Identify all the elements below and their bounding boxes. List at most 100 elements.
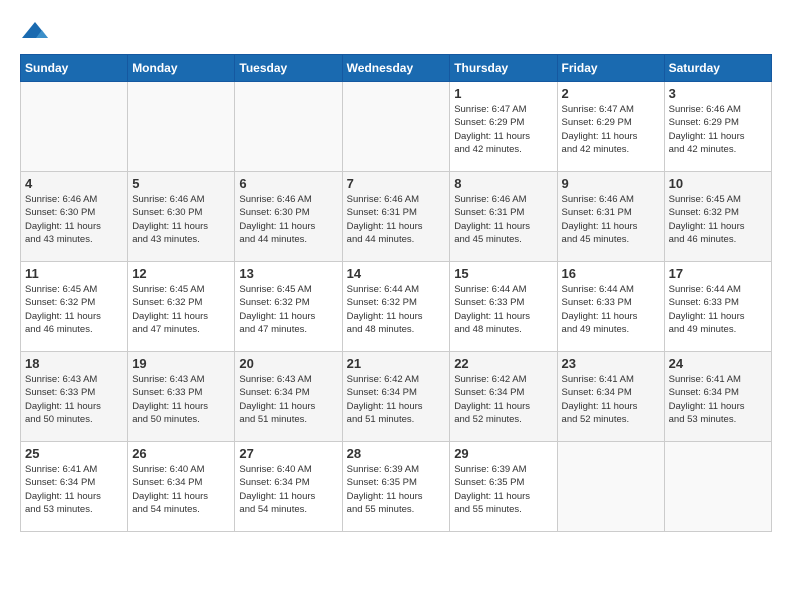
calendar-cell: 28 Sunrise: 6:39 AM Sunset: 6:35 PM Dayli…	[342, 442, 450, 532]
day-number: 29	[454, 446, 552, 461]
weekday-header-saturday: Saturday	[664, 55, 771, 82]
calendar-cell: 6 Sunrise: 6:46 AM Sunset: 6:30 PM Daylig…	[235, 172, 342, 262]
day-info: Sunrise: 6:47 AM Sunset: 6:29 PM Dayligh…	[454, 103, 552, 156]
day-info: Sunrise: 6:42 AM Sunset: 6:34 PM Dayligh…	[347, 373, 446, 426]
day-number: 6	[239, 176, 337, 191]
calendar-cell: 21 Sunrise: 6:42 AM Sunset: 6:34 PM Dayli…	[342, 352, 450, 442]
calendar-cell: 14 Sunrise: 6:44 AM Sunset: 6:32 PM Dayli…	[342, 262, 450, 352]
weekday-header-thursday: Thursday	[450, 55, 557, 82]
day-number: 27	[239, 446, 337, 461]
calendar-cell	[235, 82, 342, 172]
calendar-cell: 11 Sunrise: 6:45 AM Sunset: 6:32 PM Dayli…	[21, 262, 128, 352]
calendar-cell	[342, 82, 450, 172]
day-info: Sunrise: 6:43 AM Sunset: 6:33 PM Dayligh…	[25, 373, 123, 426]
calendar-cell: 16 Sunrise: 6:44 AM Sunset: 6:33 PM Dayli…	[557, 262, 664, 352]
calendar-cell: 3 Sunrise: 6:46 AM Sunset: 6:29 PM Daylig…	[664, 82, 771, 172]
day-info: Sunrise: 6:43 AM Sunset: 6:33 PM Dayligh…	[132, 373, 230, 426]
day-info: Sunrise: 6:42 AM Sunset: 6:34 PM Dayligh…	[454, 373, 552, 426]
day-info: Sunrise: 6:41 AM Sunset: 6:34 PM Dayligh…	[562, 373, 660, 426]
calendar-cell: 15 Sunrise: 6:44 AM Sunset: 6:33 PM Dayli…	[450, 262, 557, 352]
weekday-header-wednesday: Wednesday	[342, 55, 450, 82]
calendar-cell: 9 Sunrise: 6:46 AM Sunset: 6:31 PM Daylig…	[557, 172, 664, 262]
day-info: Sunrise: 6:39 AM Sunset: 6:35 PM Dayligh…	[347, 463, 446, 516]
day-info: Sunrise: 6:45 AM Sunset: 6:32 PM Dayligh…	[239, 283, 337, 336]
day-info: Sunrise: 6:46 AM Sunset: 6:31 PM Dayligh…	[347, 193, 446, 246]
day-number: 11	[25, 266, 123, 281]
day-number: 4	[25, 176, 123, 191]
day-number: 24	[669, 356, 767, 371]
weekday-header-sunday: Sunday	[21, 55, 128, 82]
day-info: Sunrise: 6:47 AM Sunset: 6:29 PM Dayligh…	[562, 103, 660, 156]
day-info: Sunrise: 6:46 AM Sunset: 6:30 PM Dayligh…	[132, 193, 230, 246]
day-number: 3	[669, 86, 767, 101]
day-number: 16	[562, 266, 660, 281]
day-info: Sunrise: 6:44 AM Sunset: 6:33 PM Dayligh…	[454, 283, 552, 336]
calendar-cell: 13 Sunrise: 6:45 AM Sunset: 6:32 PM Dayli…	[235, 262, 342, 352]
day-number: 13	[239, 266, 337, 281]
day-info: Sunrise: 6:45 AM Sunset: 6:32 PM Dayligh…	[132, 283, 230, 336]
day-number: 1	[454, 86, 552, 101]
day-number: 12	[132, 266, 230, 281]
calendar-cell: 12 Sunrise: 6:45 AM Sunset: 6:32 PM Dayli…	[128, 262, 235, 352]
day-number: 22	[454, 356, 552, 371]
calendar-cell: 2 Sunrise: 6:47 AM Sunset: 6:29 PM Daylig…	[557, 82, 664, 172]
day-number: 5	[132, 176, 230, 191]
calendar-cell: 18 Sunrise: 6:43 AM Sunset: 6:33 PM Dayli…	[21, 352, 128, 442]
calendar-cell: 29 Sunrise: 6:39 AM Sunset: 6:35 PM Dayli…	[450, 442, 557, 532]
day-info: Sunrise: 6:40 AM Sunset: 6:34 PM Dayligh…	[132, 463, 230, 516]
calendar-cell	[664, 442, 771, 532]
calendar-cell: 5 Sunrise: 6:46 AM Sunset: 6:30 PM Daylig…	[128, 172, 235, 262]
day-number: 20	[239, 356, 337, 371]
day-info: Sunrise: 6:45 AM Sunset: 6:32 PM Dayligh…	[669, 193, 767, 246]
calendar-cell: 1 Sunrise: 6:47 AM Sunset: 6:29 PM Daylig…	[450, 82, 557, 172]
day-number: 21	[347, 356, 446, 371]
calendar-cell	[21, 82, 128, 172]
day-number: 15	[454, 266, 552, 281]
calendar-cell: 24 Sunrise: 6:41 AM Sunset: 6:34 PM Dayli…	[664, 352, 771, 442]
weekday-header-friday: Friday	[557, 55, 664, 82]
day-number: 18	[25, 356, 123, 371]
calendar-cell: 4 Sunrise: 6:46 AM Sunset: 6:30 PM Daylig…	[21, 172, 128, 262]
day-info: Sunrise: 6:46 AM Sunset: 6:30 PM Dayligh…	[25, 193, 123, 246]
day-info: Sunrise: 6:46 AM Sunset: 6:31 PM Dayligh…	[454, 193, 552, 246]
calendar-cell	[557, 442, 664, 532]
calendar-cell: 20 Sunrise: 6:43 AM Sunset: 6:34 PM Dayli…	[235, 352, 342, 442]
logo	[20, 20, 54, 44]
day-info: Sunrise: 6:44 AM Sunset: 6:33 PM Dayligh…	[562, 283, 660, 336]
day-number: 25	[25, 446, 123, 461]
day-number: 10	[669, 176, 767, 191]
calendar-cell: 27 Sunrise: 6:40 AM Sunset: 6:34 PM Dayli…	[235, 442, 342, 532]
weekday-header-monday: Monday	[128, 55, 235, 82]
day-number: 17	[669, 266, 767, 281]
day-number: 14	[347, 266, 446, 281]
day-info: Sunrise: 6:43 AM Sunset: 6:34 PM Dayligh…	[239, 373, 337, 426]
calendar-cell: 26 Sunrise: 6:40 AM Sunset: 6:34 PM Dayli…	[128, 442, 235, 532]
calendar-cell: 25Sunrise: 6:41 AM Sunset: 6:34 PM Dayli…	[21, 442, 128, 532]
day-number: 2	[562, 86, 660, 101]
day-info: Sunrise: 6:44 AM Sunset: 6:33 PM Dayligh…	[669, 283, 767, 336]
day-number: 8	[454, 176, 552, 191]
calendar-cell: 17 Sunrise: 6:44 AM Sunset: 6:33 PM Dayli…	[664, 262, 771, 352]
page-header	[20, 20, 772, 44]
calendar-cell	[128, 82, 235, 172]
day-info: Sunrise: 6:41 AM Sunset: 6:34 PM Dayligh…	[669, 373, 767, 426]
day-info: Sunrise: 6:46 AM Sunset: 6:31 PM Dayligh…	[562, 193, 660, 246]
day-info: Sunrise: 6:46 AM Sunset: 6:30 PM Dayligh…	[239, 193, 337, 246]
day-number: 26	[132, 446, 230, 461]
day-number: 23	[562, 356, 660, 371]
calendar-cell: 8 Sunrise: 6:46 AM Sunset: 6:31 PM Daylig…	[450, 172, 557, 262]
day-info: Sunrise: 6:46 AM Sunset: 6:29 PM Dayligh…	[669, 103, 767, 156]
day-number: 9	[562, 176, 660, 191]
calendar-cell: 19 Sunrise: 6:43 AM Sunset: 6:33 PM Dayli…	[128, 352, 235, 442]
calendar: SundayMondayTuesdayWednesdayThursdayFrid…	[20, 54, 772, 532]
day-number: 19	[132, 356, 230, 371]
day-info: Sunrise: 6:45 AM Sunset: 6:32 PM Dayligh…	[25, 283, 123, 336]
calendar-cell: 10 Sunrise: 6:45 AM Sunset: 6:32 PM Dayli…	[664, 172, 771, 262]
day-info: Sunrise: 6:44 AM Sunset: 6:32 PM Dayligh…	[347, 283, 446, 336]
calendar-cell: 7 Sunrise: 6:46 AM Sunset: 6:31 PM Daylig…	[342, 172, 450, 262]
day-info: Sunrise: 6:39 AM Sunset: 6:35 PM Dayligh…	[454, 463, 552, 516]
day-info: Sunrise: 6:40 AM Sunset: 6:34 PM Dayligh…	[239, 463, 337, 516]
logo-icon	[20, 20, 50, 44]
day-number: 28	[347, 446, 446, 461]
day-number: 7	[347, 176, 446, 191]
